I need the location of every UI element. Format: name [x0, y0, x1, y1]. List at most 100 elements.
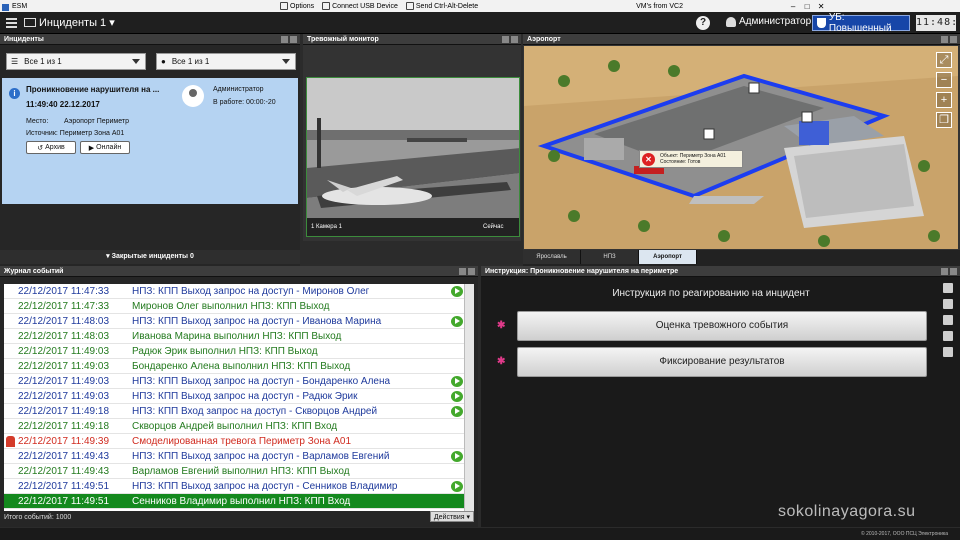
table-row[interactable]: 22/12/2017 11:48:03 НПЗ: КПП Выход запрос…: [4, 314, 464, 329]
event-datetime: 22/12/2017 11:49:03: [18, 376, 110, 387]
play-icon[interactable]: [451, 376, 463, 387]
table-row[interactable]: 22/12/2017 11:49:39 Смоделированная трево…: [4, 434, 464, 449]
os-titlebar: ESM Options Connect USB Device Send Ctrl…: [0, 0, 960, 12]
minimize-button[interactable]: –: [786, 2, 800, 11]
copy-icon[interactable]: [943, 331, 953, 341]
table-row[interactable]: 22/12/2017 11:49:03 Бондаренко Алена выпо…: [4, 359, 464, 374]
watermark: sokolinayagora.su: [778, 503, 916, 520]
airport-map-image: [524, 46, 958, 249]
history-icon: ↺: [37, 144, 44, 152]
map-object-tooltip[interactable]: ✕ Объект: Периметр Зона А01 Состояние: Г…: [639, 150, 743, 168]
camera-view[interactable]: 1 Камера 1 Сейчас: [306, 77, 520, 237]
chart-icon[interactable]: [943, 299, 953, 309]
monitor-icon: [24, 18, 36, 27]
alert-icon: ●: [161, 57, 166, 66]
workspace-selector[interactable]: Инциденты 1 ▾: [39, 16, 115, 29]
panel-controls[interactable]: [502, 36, 518, 43]
table-row[interactable]: 22/12/2017 11:49:51 НПЗ: КПП Выход запрос…: [4, 479, 464, 494]
event-datetime: 22/12/2017 11:48:03: [18, 316, 110, 327]
archive-button[interactable]: ↺ Архив: [26, 141, 76, 154]
incident-title: Проникновение нарушителя на ...: [26, 85, 160, 94]
fullscreen-icon[interactable]: ⤢: [936, 52, 952, 68]
event-message: НПЗ: КПП Выход запрос на доступ - Мироно…: [132, 286, 370, 297]
play-icon[interactable]: [451, 391, 463, 402]
panel-controls[interactable]: [281, 36, 297, 43]
chevron-down-icon: [282, 59, 290, 64]
panel-controls[interactable]: [941, 36, 957, 43]
step-record-button[interactable]: Фиксирование результатов: [517, 347, 927, 377]
table-row[interactable]: 22/12/2017 11:49:18 Скворцов Андрей выпол…: [4, 419, 464, 434]
user-menu[interactable]: Администратор ▾: [726, 16, 819, 27]
vm-ctrlaltdel-button[interactable]: Send Ctrl-Alt-Delete: [405, 2, 478, 10]
instruction-panel: Инструкция по реагированию на инцидент ✱…: [481, 277, 960, 527]
table-row[interactable]: 22/12/2017 11:47:33 НПЗ: КПП Выход запрос…: [4, 284, 464, 299]
shield-icon: [817, 18, 826, 28]
play-icon[interactable]: [451, 316, 463, 327]
table-row[interactable]: 22/12/2017 11:48:03 Иванова Марина выполн…: [4, 329, 464, 344]
closed-incidents-toggle[interactable]: ▾ Закрытые инциденты 0: [0, 250, 300, 264]
play-icon[interactable]: [451, 451, 463, 462]
event-datetime: 22/12/2017 11:48:03: [18, 331, 110, 342]
print-icon[interactable]: [943, 315, 953, 325]
alarm-bell-icon: [6, 436, 15, 447]
event-message: Радюк Эрик выполнил НПЗ: КПП Выход: [132, 346, 318, 357]
options-icon: [280, 2, 288, 10]
incident-user: Администратор: [213, 86, 264, 93]
tab-airport[interactable]: Аэропорт: [639, 250, 697, 264]
event-datetime: 22/12/2017 11:49:03: [18, 361, 110, 372]
airport-map[interactable]: ✕ Объект: Периметр Зона А01 Состояние: Г…: [524, 46, 958, 249]
table-row[interactable]: 22/12/2017 11:49:43 Варламов Евгений выпо…: [4, 464, 464, 479]
save-icon[interactable]: [943, 347, 953, 357]
table-row[interactable]: 22/12/2017 11:49:03 НПЗ: КПП Выход запрос…: [4, 389, 464, 404]
incident-filter-select-2[interactable]: ● Все 1 из 1: [156, 53, 296, 70]
zoom-out-icon[interactable]: −: [936, 72, 952, 88]
event-message: НПЗ: КПП Выход запрос на доступ - Иванов…: [132, 316, 382, 327]
camera-caption: 1 Камера 1: [311, 224, 343, 230]
event-datetime: 22/12/2017 11:47:33: [18, 286, 110, 297]
maximize-button[interactable]: □: [800, 2, 814, 11]
event-datetime: 22/12/2017 11:49:43: [18, 451, 110, 462]
incidents-header: Инциденты: [0, 34, 300, 45]
event-datetime: 22/12/2017 11:47:33: [18, 301, 110, 312]
play-icon[interactable]: [451, 286, 463, 297]
tab-yaroslavl[interactable]: Ярославль: [523, 250, 581, 264]
camera-time-label: Сейчас: [483, 223, 503, 230]
table-row[interactable]: 22/12/2017 11:49:18 НПЗ: КПП Вход запрос …: [4, 404, 464, 419]
event-list[interactable]: 22/12/2017 11:47:33 НПЗ: КПП Выход запрос…: [4, 284, 464, 511]
event-datetime: 22/12/2017 11:49:51: [18, 481, 110, 492]
hamburger-menu-icon[interactable]: [0, 12, 22, 34]
close-button[interactable]: ✕: [814, 2, 828, 11]
security-level-badge[interactable]: УБ: Повышенный: [812, 12, 910, 34]
help-button[interactable]: ?: [696, 16, 710, 30]
instruction-header: Инструкция: Проникновение нарушителя на …: [481, 266, 960, 277]
vm-usb-menu[interactable]: Connect USB Device: [322, 2, 398, 10]
event-message: Миронов Олег выполнил НПЗ: КПП Выход: [132, 301, 330, 312]
panel-controls[interactable]: [941, 268, 957, 275]
step-assess-button[interactable]: Оценка тревожного события: [517, 311, 927, 341]
table-row[interactable]: 22/12/2017 11:49:43 НПЗ: КПП Выход запрос…: [4, 449, 464, 464]
incidents-panel: ☰ Все 1 из 1 ● Все 1 из 1 i Проникновение …: [0, 45, 300, 266]
incident-card[interactable]: i Проникновение нарушителя на ... 11:49:…: [2, 78, 298, 204]
play-icon[interactable]: [451, 481, 463, 492]
journal-header: Журнал событий: [0, 266, 478, 277]
incident-source: Источник: Периметр Зона А01: [26, 130, 125, 137]
event-datetime: 22/12/2017 11:49:51: [18, 496, 110, 507]
vm-options-menu[interactable]: Options: [280, 2, 314, 10]
event-datetime: 22/12/2017 11:49:18: [18, 406, 110, 417]
play-icon[interactable]: [451, 406, 463, 417]
layers-icon[interactable]: ❐: [936, 112, 952, 128]
tab-npz[interactable]: НПЗ: [581, 250, 639, 264]
table-row[interactable]: 22/12/2017 11:49:03 НПЗ: КПП Выход запрос…: [4, 374, 464, 389]
zoom-in-icon[interactable]: +: [936, 92, 952, 108]
document-icon[interactable]: [943, 283, 953, 293]
journal-scrollbar[interactable]: [464, 284, 474, 511]
step-status-icon: ✱: [497, 320, 506, 331]
table-row[interactable]: 22/12/2017 11:49:51 Сенников Владимир вып…: [4, 494, 464, 509]
actions-button[interactable]: Действия ▾: [430, 511, 474, 522]
table-row[interactable]: 22/12/2017 11:47:33 Миронов Олег выполнил…: [4, 299, 464, 314]
airport-header: Аэропорт: [523, 34, 960, 45]
incident-filter-select-1[interactable]: ☰ Все 1 из 1: [6, 53, 146, 70]
panel-controls[interactable]: [459, 268, 475, 275]
table-row[interactable]: 22/12/2017 11:49:03 Радюк Эрик выполнил Н…: [4, 344, 464, 359]
online-button[interactable]: ▶ Онлайн: [80, 141, 130, 154]
